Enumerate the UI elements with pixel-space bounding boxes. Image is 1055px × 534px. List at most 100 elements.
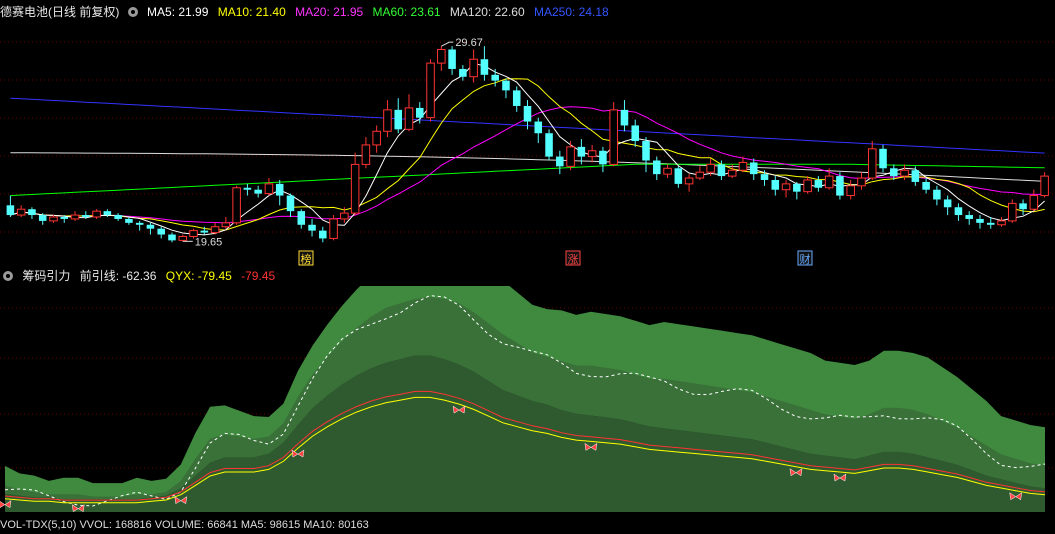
ma5-line [10, 62, 1045, 236]
indicator-legend: 筹码引力 前引线: -62.36 QYX: -79.45 -79.45 [0, 267, 281, 285]
candle-body [577, 146, 586, 157]
candle-body [264, 183, 274, 195]
low-label: 19.65 [195, 236, 223, 248]
candle-body [663, 167, 672, 175]
candle-body [16, 208, 26, 216]
candle-body [502, 80, 510, 91]
candle-body [793, 183, 801, 192]
candle-body [534, 121, 543, 134]
candle-body [383, 109, 392, 132]
candle-body [92, 210, 101, 218]
candle-body [329, 218, 338, 239]
event-marker-label: 榜 [301, 252, 312, 266]
candle-body [587, 150, 597, 158]
high-label: 29.67 [455, 37, 483, 49]
candle-body [200, 230, 209, 233]
candle-body [653, 160, 661, 175]
candle-body [512, 90, 521, 106]
candle-body [394, 109, 402, 130]
candle-body [480, 59, 489, 75]
indicator-chart[interactable] [0, 286, 1055, 518]
candle-body [674, 168, 683, 184]
candle-body [297, 211, 306, 225]
candle-body [911, 170, 920, 182]
candle-body [459, 68, 467, 77]
candle-body [922, 181, 930, 190]
candle-body [609, 109, 618, 165]
candle-body [28, 209, 36, 216]
candle-body [469, 58, 478, 78]
candle-body [286, 195, 295, 212]
candle-body [706, 163, 715, 173]
candle-body [308, 224, 316, 231]
ma20-label: MA20: 21.95 [295, 5, 364, 19]
stock-title: 德赛电池(日线 前复权) [0, 5, 120, 19]
candle-body [49, 216, 58, 222]
candle-body [717, 164, 726, 177]
candle-body [125, 218, 133, 223]
qian-label: 前引线: -62.36 [79, 269, 157, 283]
candle-body [82, 215, 90, 217]
event-marker-label: 财 [800, 252, 811, 266]
gear-icon[interactable] [3, 271, 13, 281]
candle-body [210, 226, 220, 234]
candle-body [620, 109, 629, 126]
candle-body [900, 169, 909, 177]
ma5-label: MA5: 21.99 [147, 5, 209, 19]
candle-body [976, 218, 984, 223]
candle-body [997, 220, 1006, 226]
candle-body [361, 144, 371, 165]
candle-body [824, 175, 834, 189]
candle-body [642, 141, 650, 161]
candle-body [867, 148, 877, 179]
candle-body [404, 107, 414, 130]
gear-icon[interactable] [127, 7, 138, 17]
candle-body [1019, 203, 1027, 210]
candle-body [491, 74, 499, 81]
price-chart[interactable]: 29.67 19.65 榜 涨 财 [0, 22, 1055, 266]
candle-body [437, 48, 446, 64]
candle-body [631, 125, 640, 142]
ma250-label: MA250: 24.18 [533, 5, 609, 19]
high-pointer [441, 41, 454, 47]
candle-body [857, 177, 866, 187]
candle-body [232, 187, 241, 224]
candle-body [890, 168, 898, 177]
extra-label: -79.45 [241, 269, 276, 283]
indicator-name: 筹码引力 [22, 269, 71, 283]
candle-body [1008, 202, 1017, 222]
candle-body [1040, 175, 1049, 197]
candle-body [836, 176, 844, 196]
candle-body [954, 207, 963, 216]
candle-body [426, 62, 435, 119]
candle-body [803, 179, 812, 193]
candle-body [771, 179, 780, 190]
candle-body [448, 49, 456, 69]
candle-body [157, 228, 165, 235]
candle-body [372, 130, 381, 146]
candle-body [814, 179, 823, 188]
candle-body [695, 171, 705, 179]
candle-body [738, 161, 748, 171]
ma120-label: MA120: 22.60 [449, 5, 525, 19]
candle-body [727, 169, 737, 177]
candle-body [103, 211, 112, 216]
candle-body [135, 222, 144, 225]
candle-body [1029, 195, 1039, 210]
ma10-label: MA10: 21.40 [217, 5, 286, 19]
candle-body [943, 199, 952, 208]
candle-body [749, 162, 758, 175]
ma60-line [10, 163, 1045, 197]
candle-body [879, 148, 887, 169]
candle-body [933, 189, 941, 200]
event-marker-label: 涨 [568, 253, 579, 266]
candle-body [38, 215, 47, 221]
candle-body [6, 205, 15, 216]
candle-body [275, 183, 284, 196]
candle-body [168, 234, 176, 241]
candle-body [70, 214, 80, 220]
candle-body [523, 105, 532, 122]
candle-body [599, 150, 607, 165]
candle-body [178, 235, 188, 241]
candle-body [415, 107, 424, 118]
